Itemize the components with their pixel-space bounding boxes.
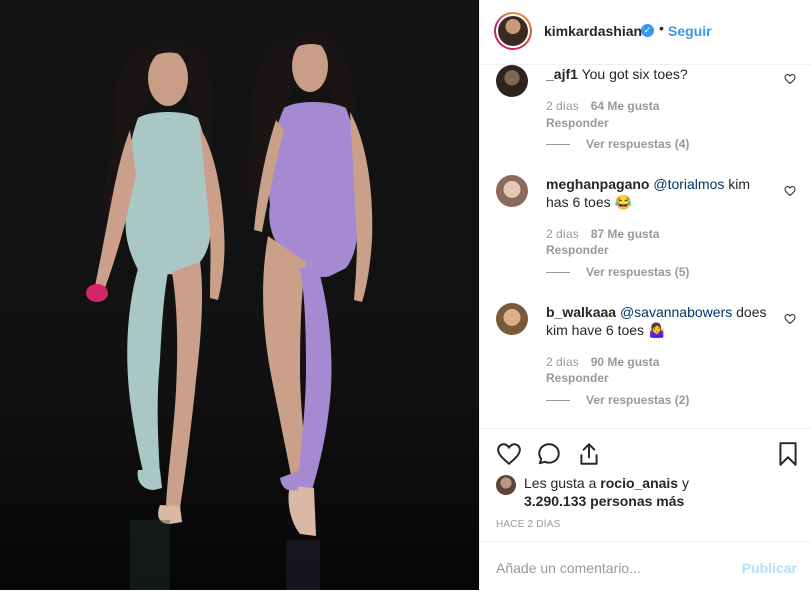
separator-dot: •: [659, 20, 664, 36]
author-username[interactable]: kimkardashian: [544, 23, 642, 39]
liker-avatar[interactable]: [496, 475, 516, 495]
view-replies-label: Ver respuestas (2): [586, 393, 690, 407]
comment-text: _ajf1 You got six toes?: [546, 65, 776, 83]
likes-text: Les gusta a rocio_anais y 3.290.133 pers…: [524, 474, 689, 510]
post-header: kimkardashian ✓ • Seguir: [480, 0, 811, 65]
share-icon[interactable]: [576, 441, 602, 467]
comment-mention[interactable]: @savannabowers: [620, 304, 732, 320]
heart-icon[interactable]: [784, 185, 796, 197]
comment-username[interactable]: _ajf1: [546, 66, 578, 82]
view-replies-button[interactable]: Ver respuestas (2): [546, 393, 689, 407]
heart-icon[interactable]: [784, 73, 796, 85]
verified-badge-icon: ✓: [641, 24, 654, 37]
comment-username[interactable]: meghanpagano: [546, 176, 649, 192]
likes-suffix: y: [678, 475, 689, 491]
author-avatar[interactable]: [494, 12, 532, 50]
comment-input[interactable]: Añade un comentario...: [496, 560, 641, 576]
comment-time[interactable]: 2 días: [546, 99, 579, 113]
comment-meta: 2 días 87 Me gusta: [546, 227, 659, 241]
view-replies-button[interactable]: Ver respuestas (5): [546, 265, 689, 279]
post-sidebar: kimkardashian ✓ • Seguir _ajf1 You got s…: [479, 0, 811, 590]
post-actions: Les gusta a rocio_anais y 3.290.133 pers…: [480, 428, 811, 590]
follow-button[interactable]: Seguir: [668, 23, 712, 39]
comment-text: b_walkaaa @savannabowers does kim have 6…: [546, 303, 776, 339]
bookmark-icon[interactable]: [775, 441, 801, 467]
comment-message: You got six toes?: [581, 66, 688, 82]
comment-bubble-icon[interactable]: [536, 441, 562, 467]
likes-count[interactable]: 3.290.133 personas más: [524, 493, 684, 509]
comment-likes[interactable]: 90 Me gusta: [591, 355, 660, 369]
comment-meta: 2 días 90 Me gusta: [546, 355, 659, 369]
comment-avatar[interactable]: [496, 65, 528, 97]
likes-prefix: Les gusta a: [524, 475, 601, 491]
post-photo[interactable]: [0, 0, 479, 590]
publish-button[interactable]: Publicar: [742, 560, 797, 576]
comment-likes[interactable]: 87 Me gusta: [591, 227, 660, 241]
view-replies-label: Ver respuestas (5): [586, 265, 690, 279]
comment-text: meghanpagano @torialmos kim has 6 toes 😂: [546, 175, 776, 211]
comment-likes[interactable]: 64 Me gusta: [591, 99, 660, 113]
comment-time[interactable]: 2 días: [546, 227, 579, 241]
photo-figures: [86, 34, 373, 590]
heart-icon[interactable]: [496, 441, 522, 467]
comments-list[interactable]: _ajf1 You got six toes? 2 días 64 Me gust…: [480, 65, 811, 427]
view-replies-label: Ver respuestas (4): [586, 137, 690, 151]
comment-avatar[interactable]: [496, 175, 528, 207]
view-replies-button[interactable]: Ver respuestas (4): [546, 137, 689, 151]
reply-button[interactable]: Responder: [546, 371, 609, 385]
comment-username[interactable]: b_walkaaa: [546, 304, 616, 320]
liker-username[interactable]: rocio_anais: [600, 475, 678, 491]
comment-mention[interactable]: @torialmos: [653, 176, 724, 192]
post-timestamp[interactable]: HACE 2 DÍAS: [496, 519, 560, 530]
heart-icon[interactable]: [784, 313, 796, 325]
comment-time[interactable]: 2 días: [546, 355, 579, 369]
add-comment-bar: Añade un comentario... Publicar: [480, 541, 811, 591]
comment-avatar[interactable]: [496, 303, 528, 335]
reply-button[interactable]: Responder: [546, 116, 609, 130]
reply-button[interactable]: Responder: [546, 243, 609, 257]
comment-meta: 2 días 64 Me gusta: [546, 99, 659, 113]
